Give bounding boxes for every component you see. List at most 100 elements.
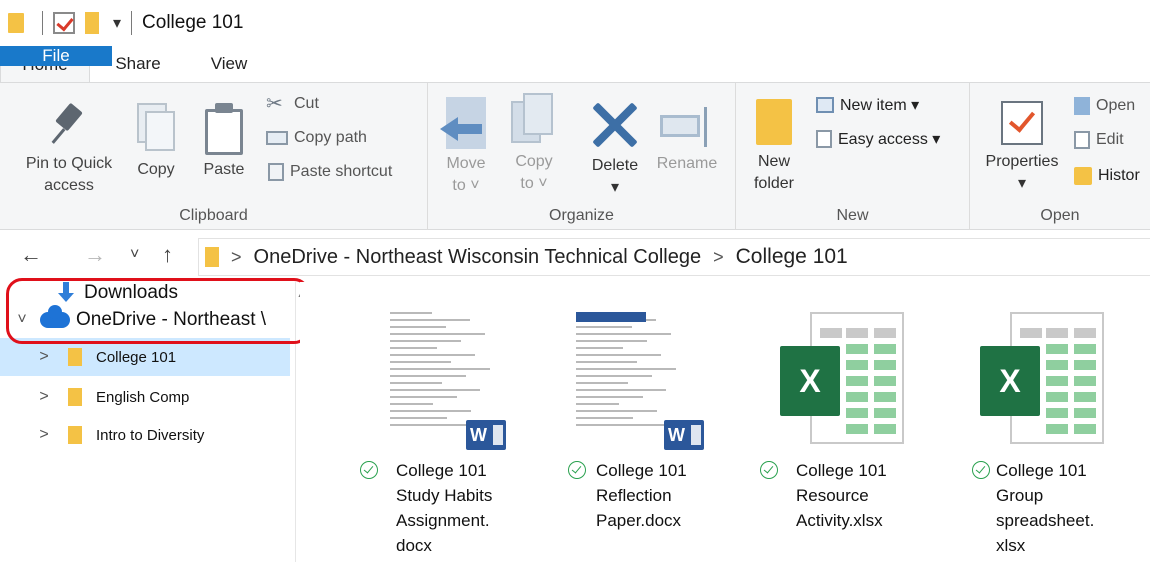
copy-to-icon	[511, 93, 557, 147]
new-folder-quick-icon[interactable]	[85, 12, 99, 34]
cut-button[interactable]: Cut	[266, 91, 319, 116]
back-button[interactable]: ←	[20, 242, 42, 268]
delete-button[interactable]: Delete ▾	[582, 99, 648, 199]
chevron-right-icon[interactable]: >	[34, 426, 54, 444]
nav-item-intro-to-diversity[interactable]: > Intro to Diversity	[0, 418, 290, 452]
thumbnail-line	[576, 368, 676, 370]
breadcrumb-separator[interactable]: >	[231, 247, 242, 268]
sheet-cell	[874, 424, 896, 434]
forward-button[interactable]: →	[84, 242, 106, 268]
delete-dropdown-icon[interactable]: ▾	[582, 177, 648, 199]
sheet-cell	[846, 376, 868, 386]
excel-thumbnail: X	[980, 312, 1108, 444]
sheet-cell	[1046, 392, 1068, 402]
paste-label: Paste	[203, 161, 245, 178]
ribbon-tabs: File Home Share View	[0, 46, 1150, 82]
copy-to-button[interactable]: Copy to ˅	[506, 93, 562, 195]
sheet-cell	[1046, 424, 1068, 434]
excel-thumbnail: X	[780, 312, 908, 444]
file-list-pane[interactable]: W College 101 Study Habits Assignment. d…	[300, 282, 1150, 562]
easy-access-button[interactable]: Easy access ▾	[816, 129, 940, 149]
address-bar[interactable]: > OneDrive - Northeast Wisconsin Technic…	[198, 238, 1150, 276]
copy-to-label-line1: Copy	[515, 153, 553, 170]
move-to-button[interactable]: Move to ˅	[438, 97, 494, 197]
recent-locations-button[interactable]: ˅	[130, 246, 139, 264]
copy-path-button[interactable]: Copy path	[266, 129, 367, 147]
breadcrumb-onedrive[interactable]: OneDrive - Northeast Wisconsin Technical…	[254, 246, 702, 269]
properties-check-icon	[1001, 101, 1043, 145]
excel-icon: X	[980, 346, 1040, 416]
tab-view[interactable]: View	[186, 46, 272, 82]
up-button[interactable]: ↑	[162, 242, 173, 268]
paste-shortcut-button[interactable]: Paste shortcut	[268, 163, 392, 181]
edit-label: Edit	[1096, 131, 1124, 148]
breadcrumb-separator[interactable]: >	[713, 247, 724, 268]
edit-button[interactable]: Edit	[1074, 131, 1124, 149]
cut-label: Cut	[294, 95, 319, 112]
thumbnail-line	[576, 375, 652, 377]
sheet-cell	[846, 424, 868, 434]
word-icon: W	[466, 420, 506, 450]
file-name: College 101 Reflection Paper.docx	[596, 461, 687, 530]
thumbnail-line	[576, 389, 667, 391]
paste-button[interactable]: Paste	[196, 103, 252, 181]
clipboard-icon	[205, 103, 243, 155]
sheet-cell	[1074, 328, 1096, 338]
thumbnail-line	[576, 424, 672, 426]
properties-label: Properties	[985, 153, 1059, 170]
pin-to-quick-access-button[interactable]: Pin to Quick access	[14, 103, 124, 197]
file-item[interactable]: W College 101 Reflection Paper.docx	[520, 282, 720, 562]
thumbnail-line	[390, 361, 452, 363]
sheet-cell	[846, 360, 868, 370]
easy-access-label: Easy access ▾	[838, 131, 941, 148]
customize-quick-access-icon[interactable]: ▾	[113, 13, 121, 33]
open-button[interactable]: Open	[1074, 97, 1135, 115]
folder-icon	[68, 388, 82, 406]
file-item[interactable]: W College 101 Study Habits Assignment. d…	[320, 282, 520, 562]
paste-shortcut-label: Paste shortcut	[290, 163, 393, 180]
file-item[interactable]: X College 101 Group spreadsheet. xlsx	[950, 282, 1150, 562]
nav-label-intro-to-diversity: Intro to Diversity	[96, 426, 205, 444]
new-item-icon	[816, 97, 834, 113]
thumbnail-line	[390, 410, 472, 412]
thumbnail-line	[576, 333, 671, 335]
folder-icon	[68, 426, 82, 444]
properties-quick-icon[interactable]	[53, 12, 75, 34]
thumbnail-line	[390, 340, 461, 342]
sheet-cell	[846, 328, 868, 338]
open-icon	[1074, 97, 1090, 115]
delete-label: Delete	[591, 157, 639, 174]
edit-icon	[1074, 131, 1090, 149]
history-button[interactable]: Histor	[1074, 167, 1140, 185]
new-folder-button[interactable]: New folder	[746, 99, 802, 195]
thumbnail-line	[390, 333, 485, 335]
sheet-cell	[846, 408, 868, 418]
file-name: College 101 Study Habits Assignment. doc…	[396, 461, 493, 555]
nav-label-college-101: College 101	[96, 348, 177, 366]
properties-button[interactable]: Properties ▾	[976, 101, 1068, 195]
history-label: Histor	[1098, 167, 1140, 184]
rename-icon	[660, 107, 714, 147]
thumbnail-line	[576, 382, 628, 384]
nav-item-english-comp[interactable]: > English Comp	[0, 380, 290, 414]
chevron-right-icon[interactable]: >	[34, 388, 54, 406]
thumbnail-line	[576, 410, 658, 412]
word-icon: W	[664, 420, 704, 450]
tab-file[interactable]: File	[0, 46, 112, 66]
sheet-cell	[874, 408, 896, 418]
rename-button[interactable]: Rename	[652, 99, 722, 175]
new-folder-label-line1: New	[757, 153, 790, 170]
chevron-right-icon[interactable]: >	[34, 348, 54, 366]
properties-dropdown-icon[interactable]: ▾	[976, 173, 1068, 195]
clipboard-group-label: Clipboard	[179, 207, 248, 224]
window-title: College 101	[142, 12, 244, 33]
thumbnail-line	[390, 389, 481, 391]
copy-button[interactable]: Copy	[128, 103, 184, 181]
sheet-cell	[1074, 408, 1096, 418]
sheet-cell	[846, 392, 868, 402]
new-item-button[interactable]: New item ▾	[816, 95, 919, 115]
breadcrumb-college-101[interactable]: College 101	[736, 245, 848, 269]
paste-shortcut-icon	[268, 163, 284, 181]
file-item[interactable]: X College 101 Resource Activity.xlsx	[740, 282, 940, 562]
open-label: Open	[1096, 97, 1136, 114]
